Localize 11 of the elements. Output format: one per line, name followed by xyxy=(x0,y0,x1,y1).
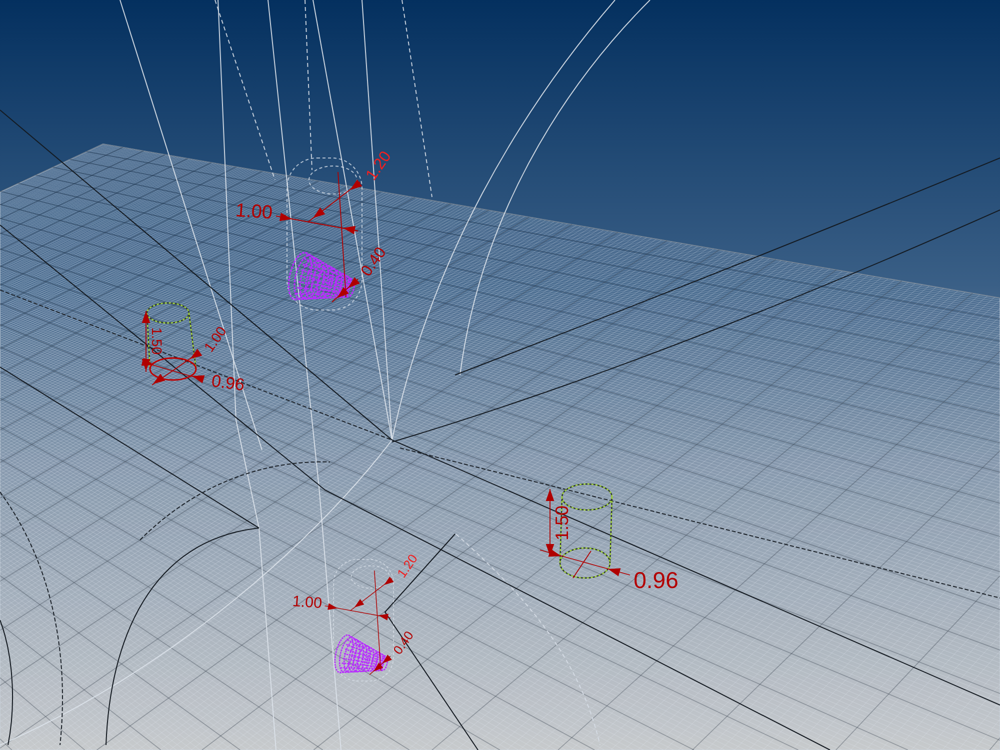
cone-wireframe xyxy=(294,252,356,300)
dimension-label: 1.00 xyxy=(292,593,323,612)
dimension-label: 1.50 xyxy=(149,327,165,355)
extension-line xyxy=(572,550,592,578)
dimension-label: 1.00 xyxy=(234,200,274,224)
dimension-label: 1.50 xyxy=(552,505,572,541)
dimension-label: 0.96 xyxy=(634,567,678,593)
dimension-label: 0.96 xyxy=(210,371,246,395)
dimension-arrow xyxy=(332,277,360,302)
cone-wireframe xyxy=(338,634,388,674)
dimension-arrow xyxy=(369,654,392,675)
